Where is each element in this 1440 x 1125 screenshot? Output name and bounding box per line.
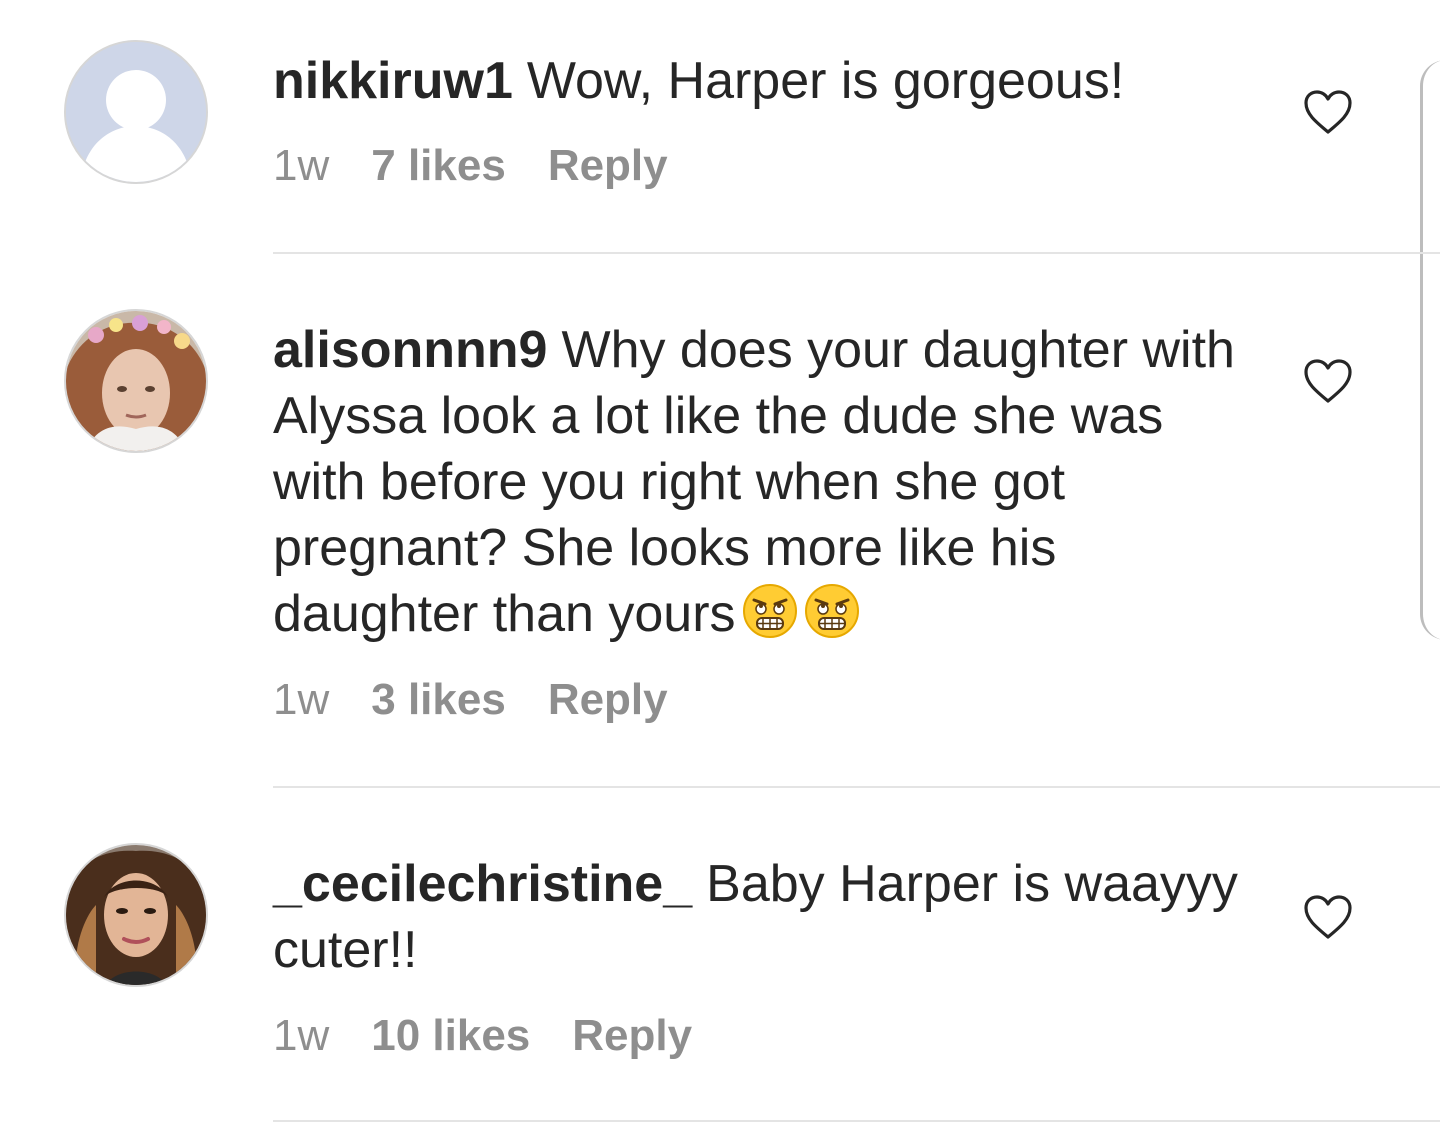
scroll-edge[interactable]	[1420, 60, 1440, 640]
avatar[interactable]	[64, 40, 208, 184]
divider	[273, 1120, 1440, 1122]
grimacing-emoji-icon	[742, 583, 798, 639]
comment-meta: 1w 10 likes Reply	[273, 1011, 692, 1061]
divider	[273, 786, 1440, 788]
reply-button[interactable]: Reply	[572, 1011, 692, 1061]
likes-count[interactable]: 7 likes	[371, 141, 506, 191]
grimacing-emoji-icon	[804, 583, 860, 639]
like-heart-icon[interactable]	[1302, 893, 1354, 941]
comment-time: 1w	[273, 675, 330, 724]
like-heart-icon[interactable]	[1302, 88, 1354, 136]
like-heart-icon[interactable]	[1302, 357, 1354, 405]
avatar[interactable]	[64, 843, 208, 987]
comment-body: nikkiruw1 Wow, Harper is gorgeous!	[273, 48, 1263, 114]
comment-username[interactable]: alisonnnn9	[273, 321, 547, 379]
divider	[273, 252, 1440, 254]
likes-count[interactable]: 3 likes	[371, 675, 506, 725]
comment-body: alisonnnn9 Why does your daughter with Al…	[273, 317, 1263, 647]
comment-text: Wow, Harper is gorgeous!	[526, 52, 1125, 110]
avatar[interactable]	[64, 309, 208, 453]
default-avatar-icon	[66, 42, 206, 182]
comment-username[interactable]: nikkiruw1	[273, 52, 513, 110]
comment-time: 1w	[273, 141, 330, 190]
likes-count[interactable]: 10 likes	[371, 1011, 530, 1061]
user-photo-avatar	[66, 845, 206, 985]
comment-time: 1w	[273, 1011, 330, 1060]
comment-body: _cecilechristine_ Baby Harper is waayyy c…	[273, 851, 1263, 983]
comment-meta: 1w 7 likes Reply	[273, 141, 668, 191]
reply-button[interactable]: Reply	[548, 141, 668, 191]
reply-button[interactable]: Reply	[548, 675, 668, 725]
comment-username[interactable]: _cecilechristine_	[273, 855, 692, 913]
comment-meta: 1w 3 likes Reply	[273, 675, 668, 725]
user-photo-avatar	[66, 311, 206, 451]
